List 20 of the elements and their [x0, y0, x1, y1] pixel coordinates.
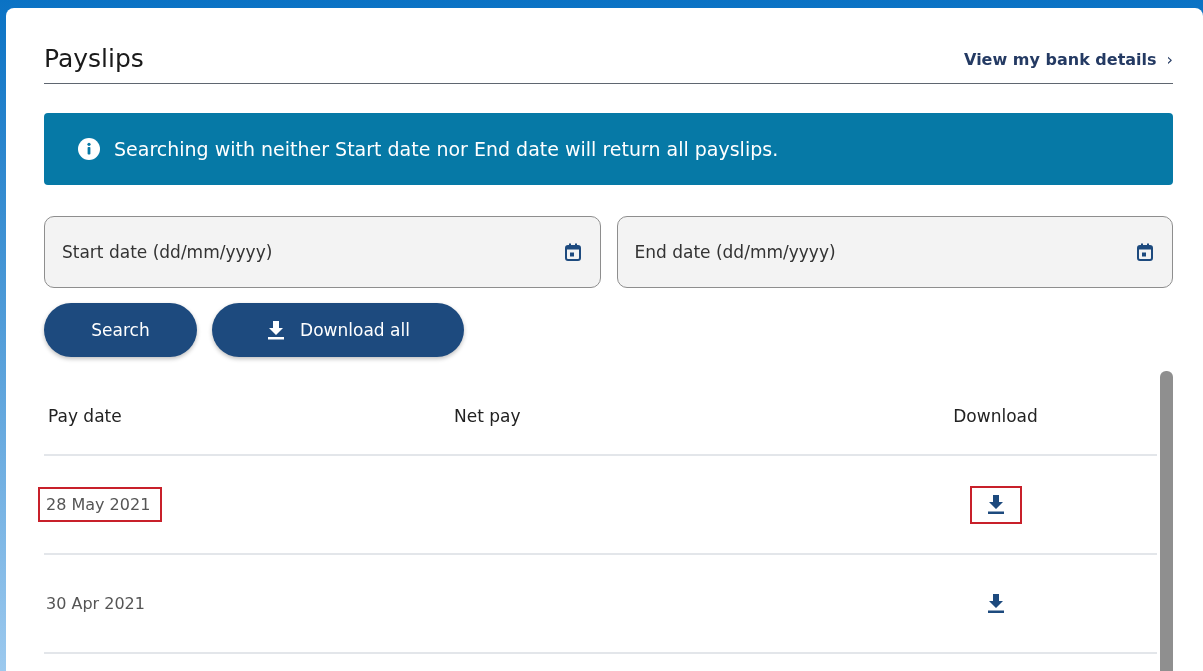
download-icon	[985, 493, 1006, 516]
search-button[interactable]: Search	[44, 303, 197, 357]
page-title: Payslips	[44, 44, 144, 73]
download-icon	[985, 592, 1006, 615]
column-header: Net pay	[454, 406, 522, 426]
pay-date-cell: 28 May 2021	[38, 487, 163, 522]
info-icon	[78, 138, 100, 160]
date-field[interactable]: Start date (dd/mm/yyyy)	[44, 216, 601, 288]
date-field[interactable]: End date (dd/mm/yyyy)	[616, 216, 1173, 288]
calendar-icon[interactable]	[564, 243, 581, 261]
column-header: Pay date	[47, 406, 123, 426]
pay-date-cell-text: 30 Apr 2021	[45, 593, 146, 615]
scrollbar[interactable]	[1160, 371, 1173, 671]
column-header: Download	[952, 406, 1039, 426]
download-button[interactable]	[969, 485, 1022, 524]
download-all-button[interactable]: Download all	[212, 303, 464, 357]
calendar-icon[interactable]	[1137, 243, 1153, 261]
bank-details-link[interactable]: View my bank details ›	[964, 50, 1173, 73]
download-icon	[266, 320, 287, 340]
info-message: Searching with neither Start date nor End date will return all payslips.	[114, 138, 779, 160]
